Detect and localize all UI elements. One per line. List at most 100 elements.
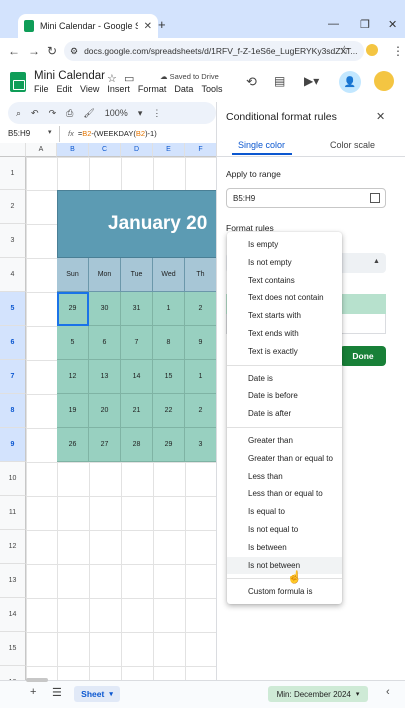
sheet-tab[interactable]: Sheet ▾ <box>74 686 120 702</box>
menu-format[interactable]: Format <box>138 84 167 94</box>
row-header[interactable]: 5 <box>0 292 26 326</box>
site-info-icon[interactable]: ⚙ <box>70 46 78 57</box>
select-range-icon[interactable] <box>370 193 380 203</box>
window-close-button[interactable]: ✕ <box>388 18 397 31</box>
new-tab-button[interactable]: + <box>158 17 166 32</box>
dropdown-option[interactable]: Is not between <box>227 556 342 574</box>
document-title[interactable]: Mini Calendar <box>34 70 105 82</box>
calendar-day-cell[interactable]: 3 <box>185 428 216 462</box>
history-icon[interactable]: ⟲ <box>246 74 257 90</box>
column-header[interactable]: F <box>185 143 216 157</box>
bookmark-star-icon[interactable]: ☆ <box>339 43 350 57</box>
row-header[interactable]: 12 <box>0 530 26 564</box>
redo-icon[interactable]: ↷ <box>49 108 57 119</box>
day-header[interactable]: Mon <box>89 258 121 292</box>
add-sheet-button[interactable]: + <box>30 686 36 698</box>
menu-data[interactable]: Data <box>174 84 193 94</box>
collapse-sidebar-icon[interactable]: ‹ <box>386 686 390 698</box>
dropdown-option[interactable]: Date is <box>227 370 342 387</box>
column-header[interactable]: E <box>153 143 185 157</box>
dropdown-option[interactable]: Date is after <box>227 405 342 422</box>
corner-cell[interactable] <box>0 143 26 157</box>
dropdown-option[interactable]: Custom formula is <box>227 583 342 600</box>
row-header[interactable]: 9 <box>0 428 26 462</box>
menu-file[interactable]: File <box>34 84 49 94</box>
row-header[interactable]: 11 <box>0 496 26 530</box>
calendar-day-cell[interactable]: 7 <box>121 326 153 360</box>
dropdown-option[interactable]: Text does not contain <box>227 289 342 306</box>
calendar-day-cell[interactable]: 12 <box>57 360 89 394</box>
dropdown-option[interactable]: Text ends with <box>227 325 342 342</box>
calendar-day-cell[interactable]: 30 <box>89 292 121 326</box>
search-icon[interactable]: ⌕ <box>16 108 21 119</box>
menu-tools[interactable]: Tools <box>201 84 222 94</box>
calendar-day-cell[interactable]: 26 <box>57 428 89 462</box>
column-header[interactable]: B <box>57 143 89 157</box>
row-header[interactable]: 7 <box>0 360 26 394</box>
dropdown-option[interactable]: Is not empty <box>227 254 342 271</box>
tab-single-color[interactable]: Single color <box>238 140 285 150</box>
calendar-day-cell[interactable]: 2 <box>185 292 216 326</box>
dropdown-option[interactable]: Is not equal to <box>227 521 342 538</box>
dropdown-option[interactable]: Date is before <box>227 387 342 404</box>
all-sheets-icon[interactable]: ☰ <box>52 686 62 699</box>
sheets-logo[interactable] <box>10 72 26 92</box>
maximize-button[interactable]: ❐ <box>360 18 370 31</box>
done-button[interactable]: Done <box>340 346 386 366</box>
browser-menu-icon[interactable]: ⋮ <box>392 44 404 58</box>
range-input[interactable]: B5:H9 <box>226 188 386 208</box>
menu-insert[interactable]: Insert <box>107 84 130 94</box>
dropdown-option[interactable]: Text contains <box>227 272 342 289</box>
comments-icon[interactable]: ▤ <box>274 74 285 88</box>
calendar-day-cell[interactable]: 1 <box>185 360 216 394</box>
calendar-day-cell[interactable]: 19 <box>57 394 89 428</box>
caret-up-icon[interactable]: ▲ <box>373 258 380 265</box>
name-box-chevron-icon[interactable]: ▾ <box>48 128 52 136</box>
calendar-day-cell[interactable]: 13 <box>89 360 121 394</box>
row-header[interactable]: 16 <box>0 666 26 680</box>
row-header[interactable]: 1 <box>0 157 26 190</box>
day-header[interactable]: Tue <box>121 258 153 292</box>
dropdown-option[interactable]: Less than or equal to <box>227 485 342 502</box>
more-icon[interactable]: ⋮ <box>152 108 161 119</box>
dropdown-option[interactable]: Is equal to <box>227 503 342 520</box>
meet-icon[interactable]: ▶▾ <box>304 74 319 88</box>
back-icon[interactable]: ← <box>8 44 20 58</box>
spreadsheet-grid[interactable]: ABCDEF12345678910111213141516January 20S… <box>0 143 216 680</box>
dropdown-option[interactable]: Greater than or equal to <box>227 450 342 467</box>
column-header[interactable]: D <box>121 143 153 157</box>
profile-avatar-small[interactable] <box>366 44 378 56</box>
tab-color-scale[interactable]: Color scale <box>330 140 375 150</box>
row-header[interactable]: 15 <box>0 632 26 666</box>
calendar-day-cell[interactable]: 21 <box>121 394 153 428</box>
explore-summary[interactable]: Min: December 2024 ▾ <box>268 686 368 702</box>
menu-view[interactable]: View <box>80 84 99 94</box>
day-header[interactable]: Th <box>185 258 216 292</box>
sidebar-close-icon[interactable]: ✕ <box>376 110 385 123</box>
dropdown-option[interactable]: Text is exactly <box>227 343 342 360</box>
dropdown-option[interactable]: Greater than <box>227 432 342 449</box>
horizontal-scrollbar[interactable] <box>26 678 48 682</box>
calendar-day-cell[interactable]: 29 <box>153 428 185 462</box>
calendar-day-cell[interactable]: 8 <box>153 326 185 360</box>
browser-tab[interactable]: Mini Calendar - Google Sheets ✕ <box>18 14 158 38</box>
row-header[interactable]: 13 <box>0 564 26 598</box>
address-bar[interactable]: ⚙ docs.google.com/spreadsheets/d/1RFV_f-… <box>64 41 364 61</box>
tab-close-icon[interactable]: ✕ <box>144 21 152 32</box>
row-header[interactable]: 3 <box>0 224 26 258</box>
calendar-day-cell[interactable]: 5 <box>57 326 89 360</box>
reload-icon[interactable]: ↻ <box>47 44 57 58</box>
share-button[interactable]: 👤 <box>339 71 361 93</box>
dropdown-option[interactable]: Less than <box>227 468 342 485</box>
paint-format-icon[interactable]: 🖌 <box>83 108 94 119</box>
day-header[interactable]: Sun <box>57 258 89 292</box>
zoom-select[interactable]: 100% <box>105 108 128 118</box>
row-header[interactable]: 4 <box>0 258 26 292</box>
calendar-day-cell[interactable]: 27 <box>89 428 121 462</box>
calendar-day-cell[interactable]: 6 <box>89 326 121 360</box>
print-icon[interactable]: ⎙ <box>66 108 73 119</box>
account-avatar[interactable] <box>374 71 394 91</box>
row-header[interactable]: 6 <box>0 326 26 360</box>
chevron-down-icon[interactable]: ▾ <box>138 108 143 119</box>
calendar-day-cell[interactable]: 1 <box>153 292 185 326</box>
